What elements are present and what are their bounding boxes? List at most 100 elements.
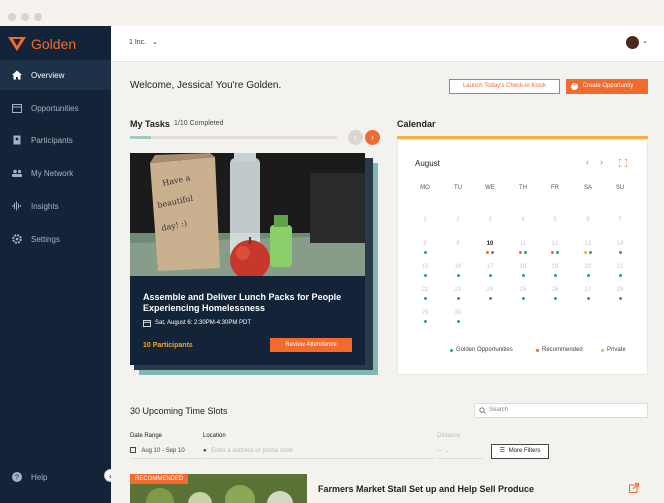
calendar-event-dot-private: [584, 251, 587, 254]
welcome-heading: Welcome, Jessica! You're Golden.: [130, 80, 282, 91]
calendar-day[interactable]: 8: [417, 241, 433, 247]
recommended-title[interactable]: Farmers Market Stall Set up and Help Sel…: [318, 484, 534, 494]
chevron-down-icon: ⌄: [152, 39, 158, 46]
calendar-day[interactable]: 24: [482, 287, 498, 293]
share-icon[interactable]: [629, 483, 639, 493]
avatar[interactable]: [626, 36, 639, 49]
calendar-event-dot-golden: [456, 320, 460, 323]
calendar-day[interactable]: 11: [515, 241, 531, 247]
calendar-day[interactable]: 28: [612, 287, 628, 293]
calendar-event-dot-golden: [488, 297, 492, 300]
calendar-event-dot-golden: [521, 274, 525, 277]
calendar-day[interactable]: 25: [515, 287, 531, 293]
top-bar: 1 Inc. ⌄ ⌄: [111, 26, 664, 62]
calendar-event-dot-golden: [491, 251, 494, 254]
organization-selector[interactable]: 1 Inc. ⌄: [129, 38, 158, 46]
avatar-chevron-down-icon[interactable]: ⌄: [642, 37, 648, 45]
brand[interactable]: Golden: [8, 36, 76, 52]
calendar-event-dot-golden: [423, 251, 427, 254]
calendar-day[interactable]: 20: [580, 264, 596, 270]
location-input[interactable]: ● Enter a address or postal code: [203, 444, 433, 459]
calendar-day[interactable]: 21: [612, 264, 628, 270]
calendar-day[interactable]: 1: [417, 217, 433, 223]
expand-icon[interactable]: [619, 159, 627, 167]
calendar-month: August: [415, 159, 440, 168]
launch-kiosk-button[interactable]: Launch Today's Check-in Kiosk: [449, 79, 560, 94]
calendar-day[interactable]: 7: [612, 217, 628, 223]
calendar-day[interactable]: 10: [482, 241, 498, 247]
weekday-header: MO: [420, 185, 430, 191]
weekday-header: SU: [615, 185, 625, 191]
window-titlebar: [0, 0, 664, 26]
more-filters-label: More Filters: [508, 448, 541, 454]
sidebar-item-label: Participants: [31, 135, 73, 145]
home-icon: [12, 70, 22, 80]
legend-private-dot: [601, 348, 604, 352]
help-icon: ?: [12, 472, 22, 482]
calendar-day[interactable]: 5: [547, 217, 563, 223]
calendar-day[interactable]: 23: [450, 287, 466, 293]
sidebar-item-insights[interactable]: Insights: [0, 191, 111, 221]
date-range-field[interactable]: Aug 10 - Sep 10: [130, 444, 202, 459]
tasks-progress-bar: [130, 136, 337, 139]
calendar-icon: [12, 104, 22, 113]
legend-golden-label: Golden Opportunities: [456, 347, 513, 353]
task-card[interactable]: Have a beautiful day! :) Assemble and De…: [130, 153, 365, 365]
calendar-day[interactable]: 26: [547, 287, 563, 293]
calendar-small-icon: [143, 320, 151, 327]
calendar-day[interactable]: 22: [417, 287, 433, 293]
calendar-day[interactable]: 3: [482, 217, 498, 223]
tasks-prev-button[interactable]: ‹: [348, 130, 363, 145]
calendar-day[interactable]: 17: [482, 264, 498, 270]
calendar-event-dot-golden: [618, 297, 622, 300]
legend-golden-dot: [450, 348, 453, 352]
window-close-dot[interactable]: [8, 13, 16, 21]
time-slots-title: 30 Upcoming Time Slots: [130, 406, 228, 416]
sidebar-item-participants[interactable]: Participants: [0, 125, 111, 155]
task-participants[interactable]: 10 Participants: [143, 342, 193, 349]
calendar-day[interactable]: 16: [450, 264, 466, 270]
calendar-event-dot-recommended: [486, 251, 489, 254]
sidebar-item-opportunities[interactable]: Opportunities: [0, 93, 111, 123]
search-placeholder: Search: [489, 407, 509, 413]
calendar-day[interactable]: 15: [417, 264, 433, 270]
sidebar-item-settings[interactable]: Settings: [0, 224, 111, 254]
search-icon: [479, 407, 486, 414]
window-minimize-dot[interactable]: [21, 13, 29, 21]
calendar-title: Calendar: [397, 119, 436, 129]
calendar-day[interactable]: 14: [612, 241, 628, 247]
create-opportunity-button[interactable]: + Create Opportunity: [566, 79, 648, 94]
calendar-day[interactable]: 29: [417, 310, 433, 316]
window-maximize-dot[interactable]: [34, 13, 42, 21]
calendar-day[interactable]: 18: [515, 264, 531, 270]
recommended-badge: RECOMMENDED: [130, 474, 189, 484]
sidebar-item-overview[interactable]: Overview: [0, 60, 111, 90]
sidebar-item-my-network[interactable]: My Network: [0, 158, 111, 188]
location-placeholder: Enter a address or postal code: [211, 448, 294, 454]
calendar-day[interactable]: 2: [450, 217, 466, 223]
date-range-label: Date Range: [130, 433, 163, 439]
calendar-event-dot-golden: [423, 320, 427, 323]
calendar-event-dot-golden: [618, 274, 622, 277]
calendar-day[interactable]: 13: [580, 241, 596, 247]
calendar-event-dot-golden: [488, 274, 492, 277]
calendar-day[interactable]: 4: [515, 217, 531, 223]
calendar-prev-month-button[interactable]: ‹: [586, 157, 589, 167]
tasks-next-button[interactable]: ›: [365, 130, 380, 145]
calendar-event-dot-golden: [553, 274, 557, 277]
calendar-day[interactable]: 30: [450, 310, 466, 316]
sidebar-item-label: Insights: [31, 201, 59, 211]
calendar-next-month-button[interactable]: ›: [600, 157, 603, 167]
time-slots-search-input[interactable]: Search: [474, 403, 648, 418]
golden-logo-icon: [8, 37, 26, 51]
calendar-day[interactable]: 12: [547, 241, 563, 247]
distance-select[interactable]: — ⌄: [437, 444, 483, 459]
calendar-day[interactable]: 27: [580, 287, 596, 293]
calendar-day[interactable]: 9: [450, 241, 466, 247]
more-filters-button[interactable]: ☰ More Filters: [491, 444, 549, 459]
tasks-title: My Tasks: [130, 119, 170, 129]
calendar-day[interactable]: 19: [547, 264, 563, 270]
review-attendance-button[interactable]: Review Attendance: [270, 338, 352, 352]
help-link[interactable]: ? Help: [11, 471, 47, 483]
calendar-day[interactable]: 6: [580, 217, 596, 223]
